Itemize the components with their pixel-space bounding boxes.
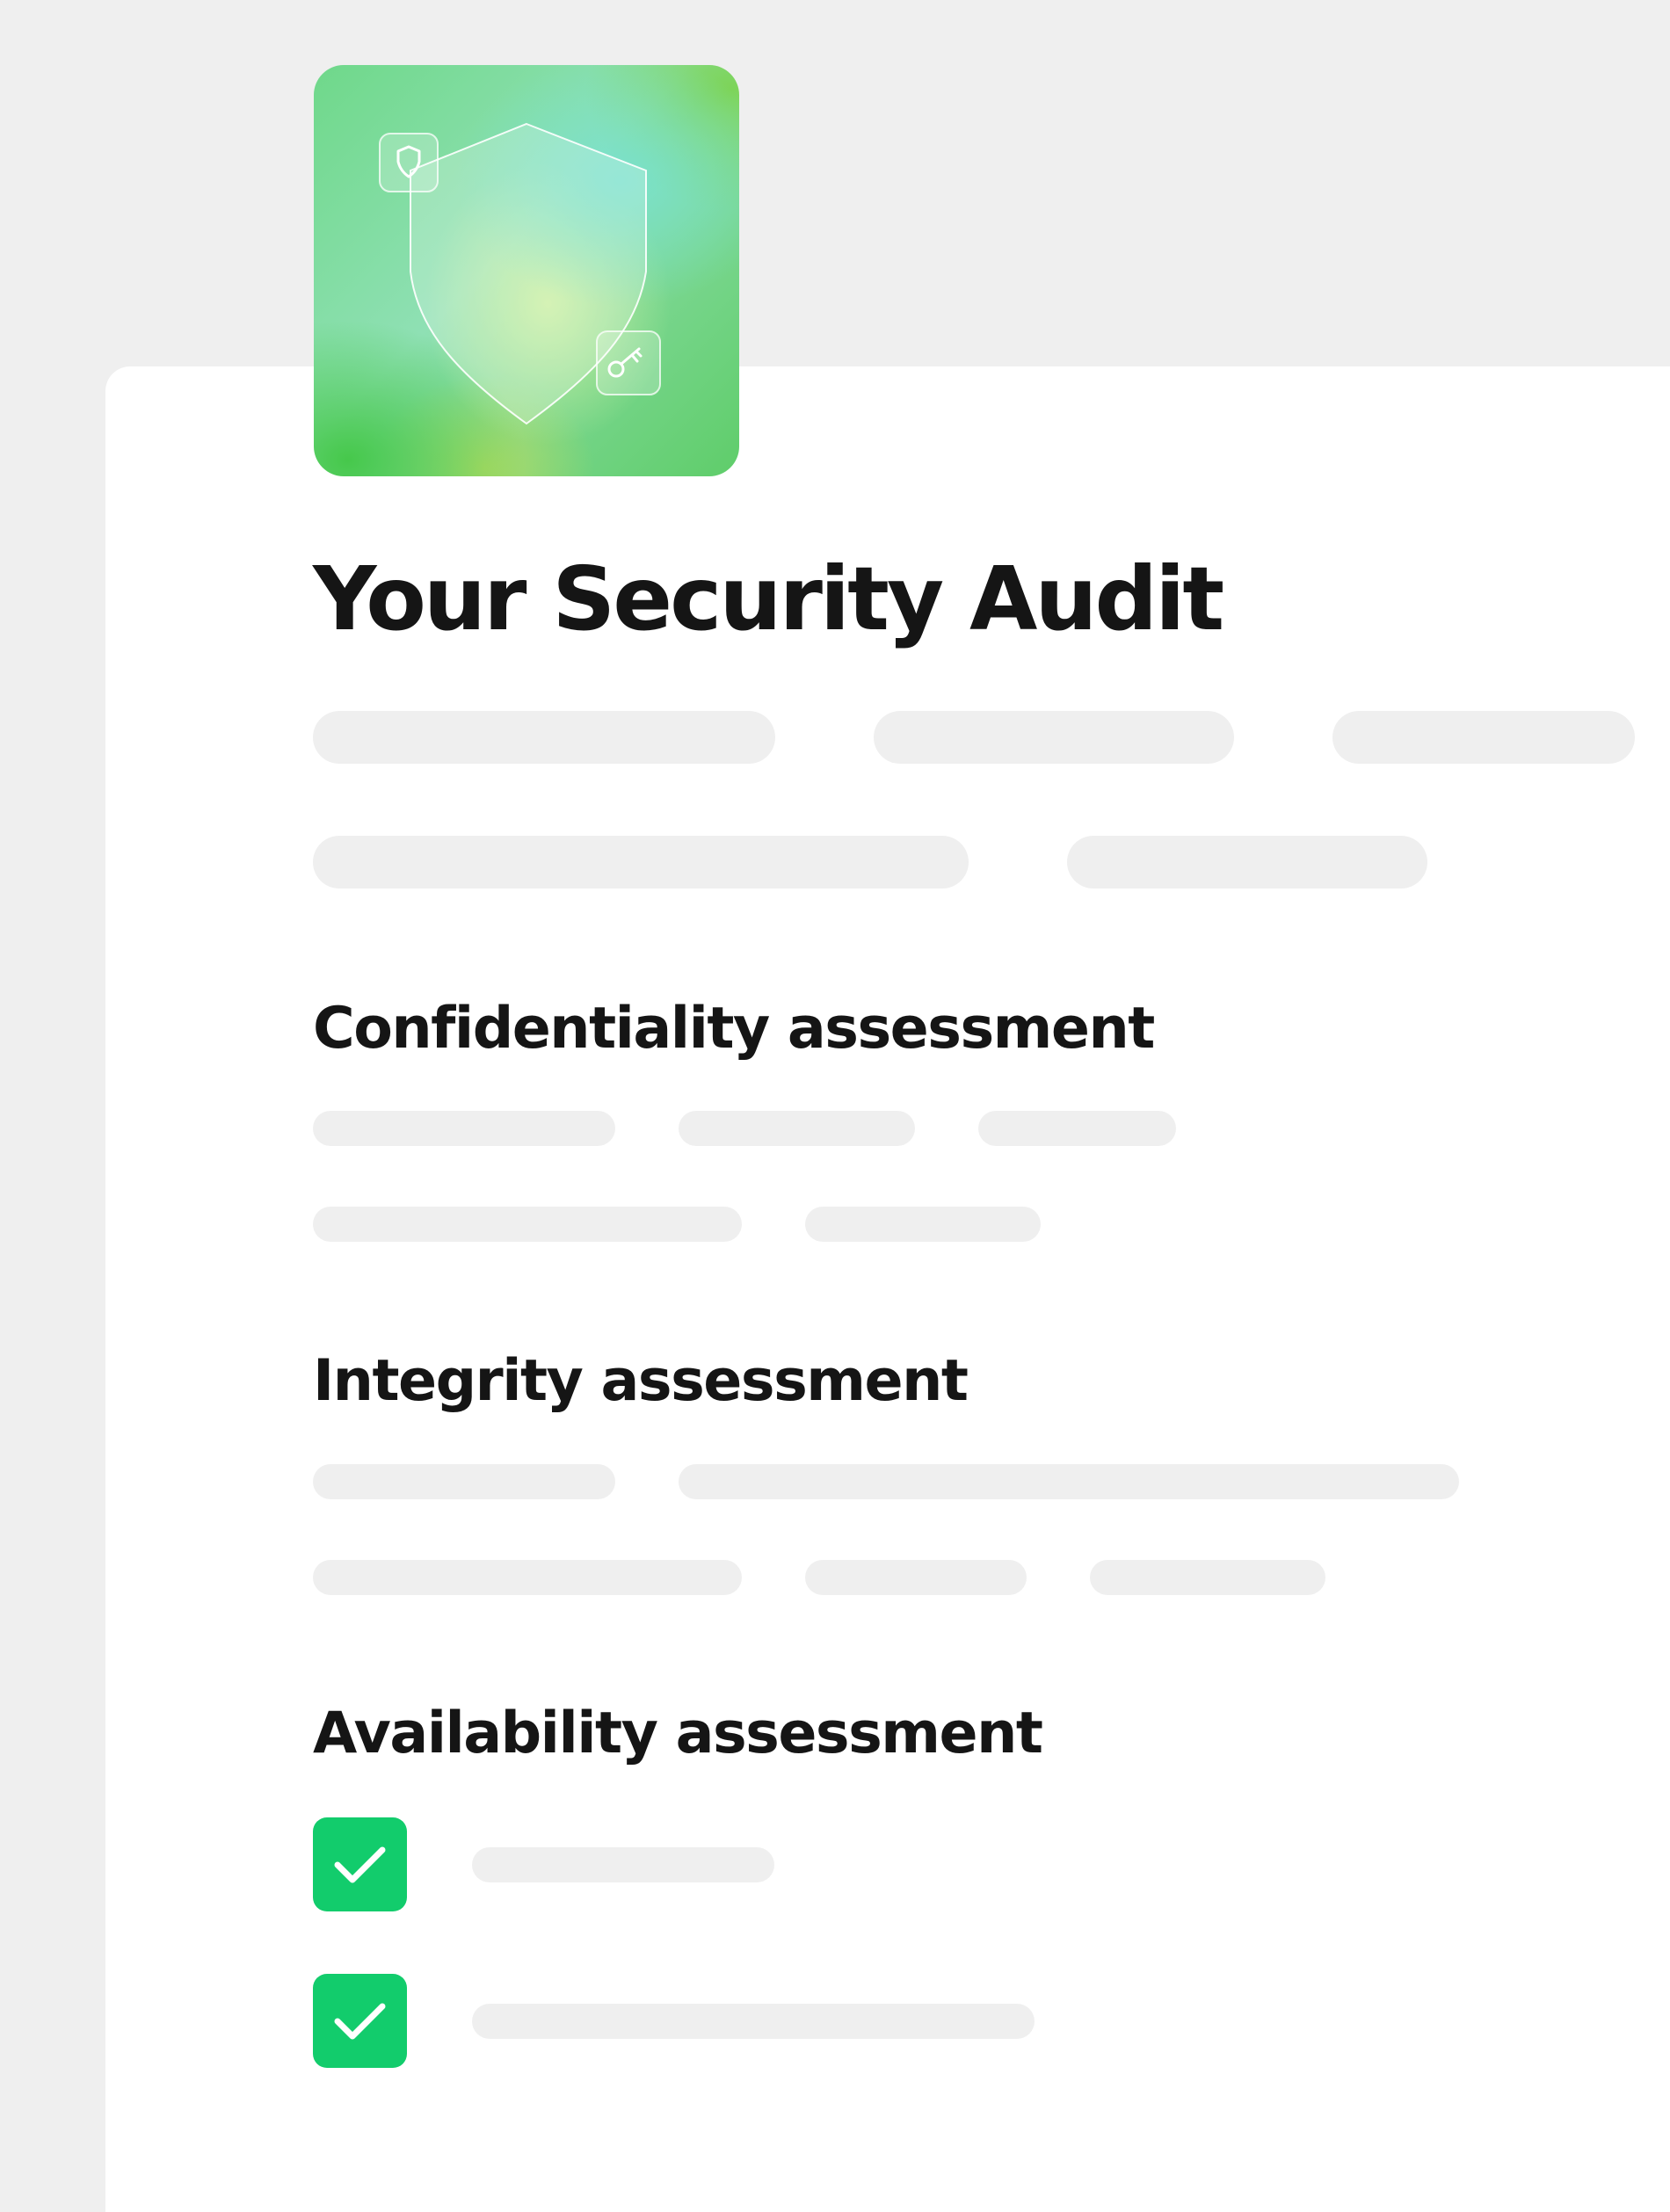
- page-title: Your Security Audit: [313, 548, 1224, 650]
- placeholder-text-line: [313, 711, 775, 764]
- placeholder-text-line: [679, 1111, 915, 1146]
- placeholder-text-line: [805, 1207, 1041, 1242]
- section-heading-confidentiality: Confidentiality assessment: [313, 996, 1155, 1062]
- placeholder-text-line: [1067, 836, 1427, 888]
- placeholder-text-line: [978, 1111, 1176, 1146]
- placeholder-text-line: [472, 2004, 1035, 2039]
- placeholder-text-line: [472, 1847, 774, 1882]
- placeholder-text-line: [313, 1111, 615, 1146]
- section-heading-integrity: Integrity assessment: [313, 1348, 969, 1414]
- checkbox-checked[interactable]: [313, 1817, 407, 1911]
- placeholder-text-line: [313, 1560, 742, 1595]
- shield-icon: [379, 133, 439, 192]
- placeholder-text-line: [313, 836, 969, 888]
- placeholder-text-line: [679, 1464, 1459, 1499]
- placeholder-text-line: [313, 1207, 742, 1242]
- placeholder-text-line: [805, 1560, 1027, 1595]
- checkmark-icon: [334, 2003, 386, 2040]
- placeholder-text-line: [313, 1464, 615, 1499]
- checkbox-checked[interactable]: [313, 1974, 407, 2068]
- security-hero-image: [314, 65, 739, 476]
- section-heading-availability: Availability assessment: [313, 1701, 1043, 1766]
- key-icon: [596, 330, 661, 395]
- checkmark-icon: [334, 1846, 386, 1883]
- placeholder-text-line: [1332, 711, 1635, 764]
- placeholder-text-line: [1090, 1560, 1325, 1595]
- placeholder-text-line: [874, 711, 1234, 764]
